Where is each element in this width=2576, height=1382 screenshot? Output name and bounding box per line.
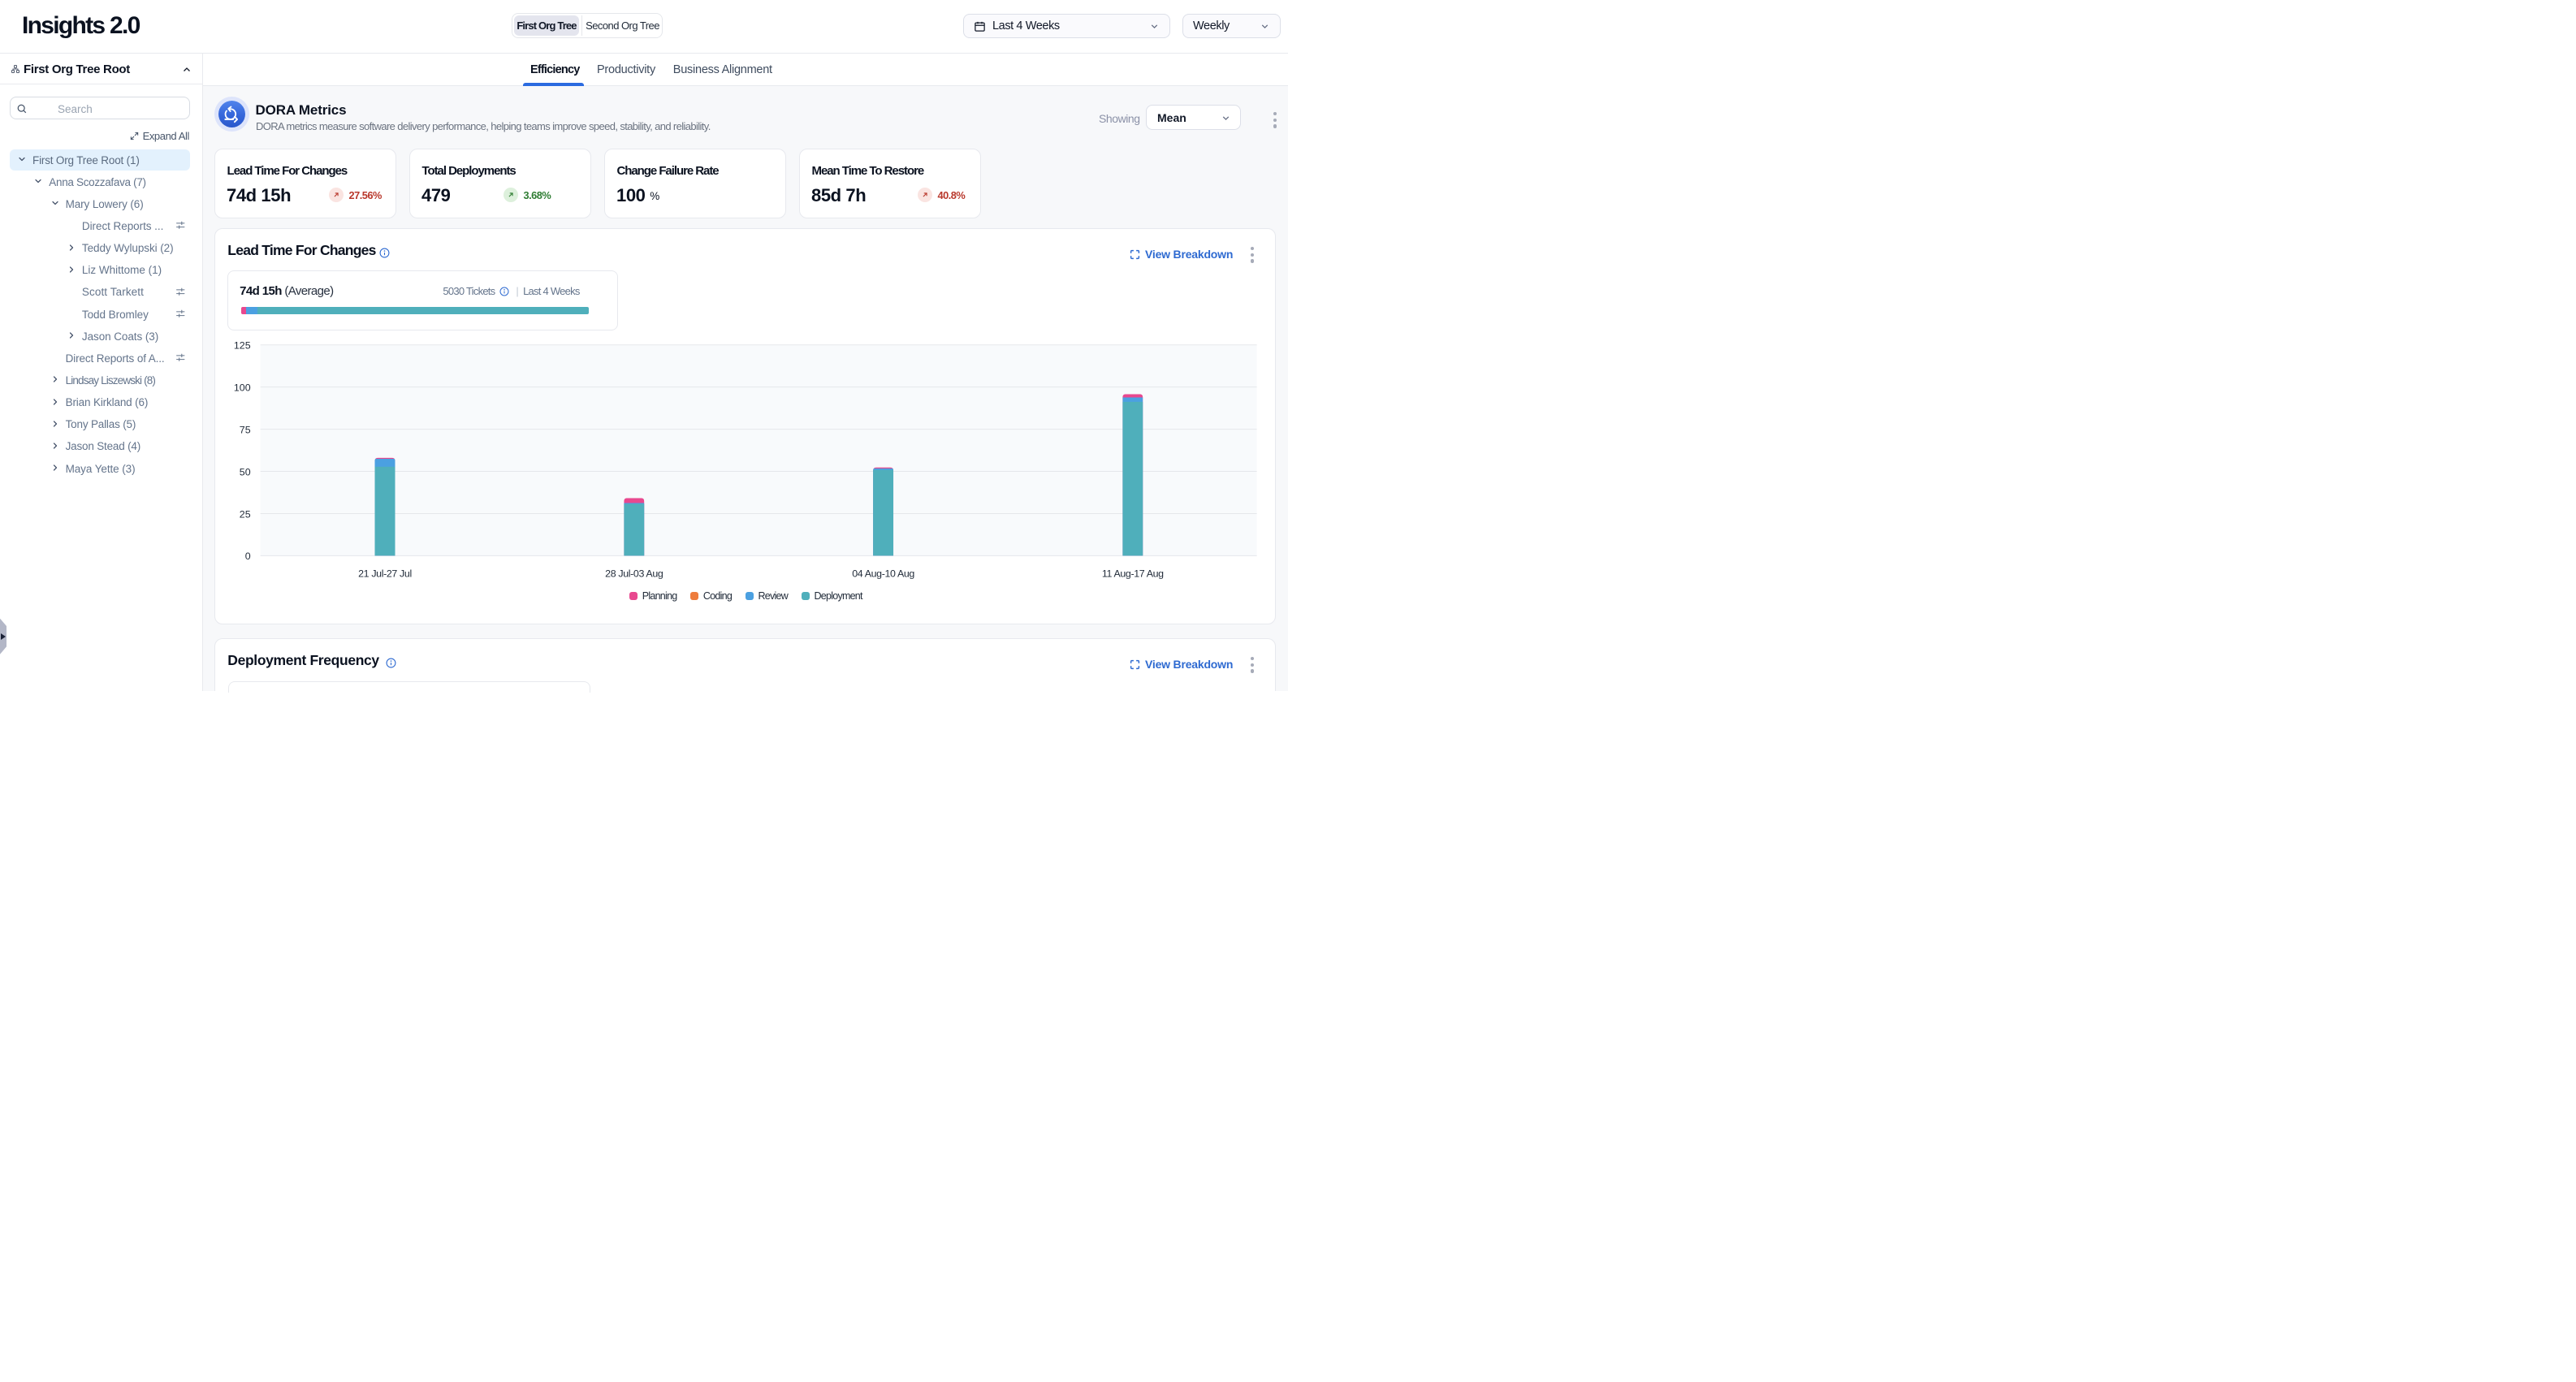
svg-text:21 Jul-27 Jul: 21 Jul-27 Jul: [358, 568, 412, 580]
svg-text:75: 75: [240, 424, 251, 435]
svg-text:11 Aug-17 Aug: 11 Aug-17 Aug: [1102, 568, 1164, 580]
svg-text:50: 50: [240, 466, 251, 477]
svg-text:25: 25: [240, 508, 251, 520]
svg-text:100: 100: [234, 382, 251, 393]
svg-text:28 Jul-03 Aug: 28 Jul-03 Aug: [605, 568, 663, 580]
svg-text:125: 125: [234, 340, 251, 352]
svg-text:0: 0: [245, 551, 251, 562]
svg-text:04 Aug-10 Aug: 04 Aug-10 Aug: [852, 568, 914, 580]
